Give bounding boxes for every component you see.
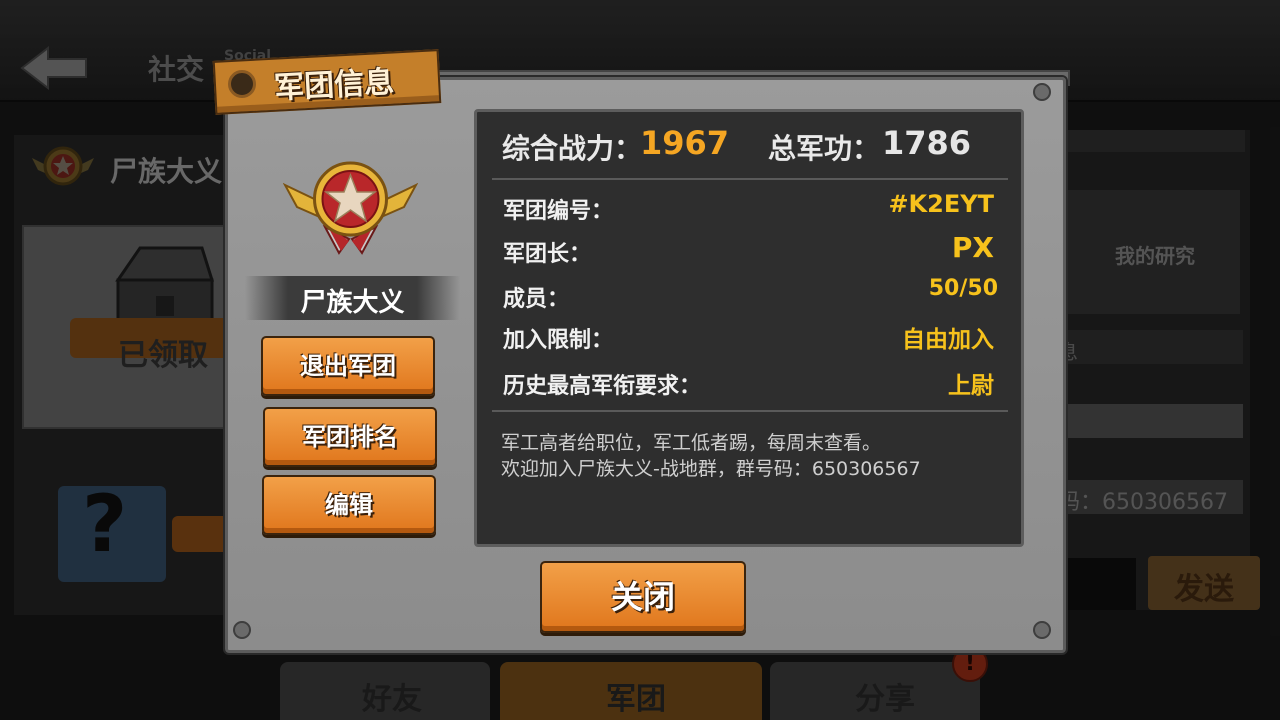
merit-label: 总军功：	[768, 132, 881, 165]
legion-rank-button[interactable]: 军团排名	[263, 407, 437, 467]
close-button[interactable]: 关闭	[540, 561, 746, 633]
legion-id-value: #K2EYT	[888, 190, 994, 218]
divider	[492, 178, 1008, 180]
merit-value: 1786	[882, 124, 972, 162]
power-label: 综合战力：	[502, 132, 643, 165]
leader-label: 军团长：	[503, 242, 592, 267]
legion-notice-line: 军工高者给职位，军工低者踢，每周末查看。	[501, 432, 882, 454]
legion-emblem-icon	[283, 161, 418, 255]
join-limit-value: 自由加入	[902, 327, 994, 353]
members-label: 成员：	[503, 287, 570, 312]
legion-id-label: 军团编号：	[503, 199, 614, 224]
rank-requirement-label: 历史最高军衔要求：	[503, 374, 702, 399]
divider	[492, 410, 1008, 412]
rank-requirement-value: 上尉	[948, 373, 994, 399]
dialog-title: 军团信息	[273, 64, 396, 107]
legion-name: 尸族大义	[300, 288, 405, 318]
power-value: 1967	[640, 124, 730, 162]
screw-icon	[233, 621, 251, 639]
leader-value: PX	[951, 231, 994, 264]
bullet-hole-icon	[228, 70, 256, 98]
legion-notice-line: 欢迎加入尸族大义-战地群，群号码：650306567	[501, 458, 921, 480]
screw-icon	[1033, 83, 1051, 101]
quit-legion-button[interactable]: 退出军团	[261, 336, 435, 396]
screw-icon	[1033, 621, 1051, 639]
members-value: 50/50	[928, 276, 998, 301]
edit-button[interactable]: 编辑	[262, 475, 436, 535]
join-limit-label: 加入限制：	[503, 328, 614, 353]
